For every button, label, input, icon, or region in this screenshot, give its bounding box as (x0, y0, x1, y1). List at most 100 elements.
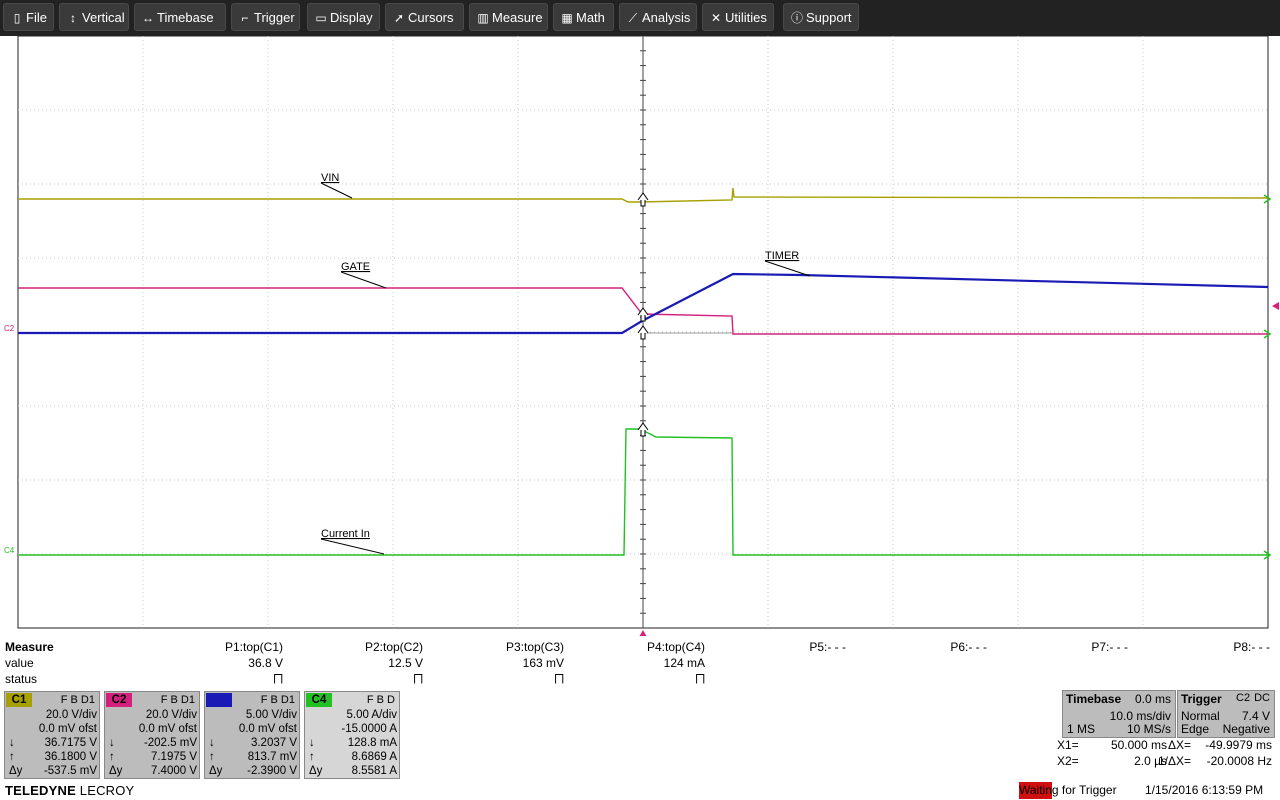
measure-param-name[interactable]: P6:- - - (950, 640, 987, 654)
channel-dy-label: Δy (209, 765, 223, 777)
channel-box-c2[interactable]: C2 F B D1 20.0 V/div 0.0 mV ofst -202.5 mV 7.… (104, 691, 200, 779)
measure-param-status: ⨅ (695, 672, 705, 686)
channel-flags: F B D (366, 694, 395, 706)
channel-tag: C4 (306, 693, 332, 707)
cursor-dx-value: -49.9979 ms (1205, 738, 1272, 752)
trigger-title: Trigger (1181, 692, 1222, 706)
menu-label: Timebase (157, 10, 214, 25)
channel-vdiv: 20.0 V/div (145, 709, 197, 721)
cursor-inv-value: -20.0008 Hz (1206, 754, 1272, 768)
c2-marker[interactable]: C2 (4, 324, 15, 333)
channel-ofst: 0.0 mV ofst (238, 723, 297, 735)
cursor-readout: X1= 50.000 ms ΔX= -49.9979 ms X2= 2.0 µs… (1040, 738, 1280, 772)
trigger-slope: Negative (1222, 722, 1270, 736)
current-label: Current In (321, 528, 370, 540)
analysis-chart-icon: ⟋ (628, 11, 638, 25)
menu-display[interactable]: ▭ Display (307, 3, 380, 31)
menu-math[interactable]: ▦ Math (553, 3, 614, 31)
measure-param-name[interactable]: P4:top(C4) (647, 640, 705, 654)
menu-vertical[interactable]: ↕ Vertical (59, 3, 129, 31)
display-icon: ▭ (315, 11, 327, 25)
measure-param-status: ⨅ (273, 672, 283, 686)
channel-dy-label: Δy (109, 765, 123, 777)
menu-trigger[interactable]: ⌐ Trigger (231, 3, 300, 31)
channel-up: 813.7 mV (247, 751, 297, 763)
menu-utilities[interactable]: ✕ Utilities (702, 3, 774, 31)
channel-up: 8.6869 A (351, 751, 397, 763)
measure-param-name[interactable]: P7:- - - (1091, 640, 1128, 654)
menu-analysis[interactable]: ⟋ Analysis (619, 3, 697, 31)
measure-param-status: ⨅ (413, 672, 423, 686)
trigger-level: 7.4 V (1241, 709, 1270, 723)
timebase-tdiv: 10.0 ms/div (1109, 709, 1171, 723)
menu-label: Cursors (408, 10, 454, 25)
measure-param-name[interactable]: P1:top(C1) (225, 640, 283, 654)
channel-flags: F B D1 (260, 694, 295, 706)
menu-label: Measure (492, 10, 543, 25)
c4-marker[interactable]: C4 (4, 546, 15, 555)
vin-label: VIN (321, 172, 339, 184)
menu-measure[interactable]: ▥ Measure (469, 3, 548, 31)
measure-param-name[interactable]: P5:- - - (809, 640, 846, 654)
horizontal-arrows-icon: ↔ (142, 11, 154, 25)
menu-support[interactable]: ⓘ Support (783, 3, 859, 31)
measure-table[interactable]: Measure value status P1:top(C1) 36.8 V ⨅ P2:to… (0, 638, 1280, 690)
brand-logo: TELEDYNE LECROY (5, 783, 134, 798)
menu-label: File (26, 10, 47, 25)
trigger-box[interactable]: Trigger C2 DC Normal 7.4 V Edge Negative (1177, 690, 1275, 738)
measure-param-name[interactable]: P3:top(C3) (506, 640, 564, 654)
timebase-title: Timebase (1066, 692, 1122, 706)
timebase-delay: 0.0 ms (1134, 692, 1171, 706)
channel-dy-label: Δy (9, 765, 23, 777)
channel-down: 36.7175 V (44, 737, 97, 749)
calculator-icon: ▦ (561, 11, 573, 25)
menu-label: Display (330, 10, 373, 25)
measure-title: Measure (5, 640, 54, 654)
trigger-type: Edge (1181, 722, 1210, 736)
channel-down: 128.8 mA (347, 737, 397, 749)
trigger-mode: Normal (1181, 709, 1220, 723)
timebase-box[interactable]: Timebase 0.0 ms 10.0 ms/div 1 MS 10 MS/s (1062, 690, 1176, 738)
file-icon: ▯ (13, 11, 21, 25)
timebase-rate: 10 MS/s (1126, 722, 1171, 736)
brand-teledyne: TELEDYNE (5, 783, 76, 798)
menu-label: Utilities (725, 10, 767, 25)
measure-param-value: 12.5 V (388, 656, 423, 670)
measure-param-name[interactable]: P8:- - - (1233, 640, 1270, 654)
channel-up-arrow-icon: ↑ (209, 751, 215, 763)
measure-param-value: 124 mA (663, 656, 705, 670)
waveform-display[interactable]: VIN GATE TIMER Current In C2 C4 (0, 36, 1280, 636)
trigger-status-text: Waiting for Trigger (1019, 782, 1117, 799)
menu-label: Support (806, 10, 852, 25)
menu-cursors[interactable]: ➚ Cursors (385, 3, 464, 31)
brand-lecroy: LECROY (79, 783, 135, 798)
measure-param-name[interactable]: P2:top(C2) (365, 640, 423, 654)
channel-box-c3[interactable]: C3 F B D1 5.00 V/div 0.0 mV ofst 3.2037 V 813… (204, 691, 300, 779)
menu-bar: ▯ File ↕ Vertical ↔ Timebase ⌐ Trigger ▭ Display ➚… (0, 0, 1280, 36)
channel-flags: F B D1 (60, 694, 95, 706)
gate-label: GATE (341, 261, 370, 273)
trigger-level-marker (1272, 302, 1279, 310)
trigger-coupling: DC (1254, 692, 1270, 704)
channel-tag: C2 (106, 693, 132, 707)
channel-up-arrow-icon: ↑ (309, 751, 315, 763)
menu-file[interactable]: ▯ File (3, 3, 54, 31)
channel-ofst: 0.0 mV ofst (38, 723, 97, 735)
channel-up: 7.1975 V (150, 751, 197, 763)
menu-label: Vertical (82, 10, 125, 25)
cursor-x2-label: X2= (1057, 754, 1079, 768)
channel-down-arrow-icon: ↓ (309, 737, 315, 749)
measure-row-status: status (5, 672, 38, 686)
channel-up: 36.1800 V (44, 751, 97, 763)
info-icon: ⓘ (790, 11, 803, 25)
trigger-source: C2 (1236, 692, 1251, 704)
cursor-x1-value: 50.000 ms (1110, 738, 1167, 752)
measure-param-value: 163 mV (522, 656, 564, 670)
channel-dy-label: Δy (309, 765, 323, 777)
menu-timebase[interactable]: ↔ Timebase (134, 3, 226, 31)
channel-box-c1[interactable]: C1 F B D1 20.0 V/div 0.0 mV ofst 36.7175 V 36… (4, 691, 100, 779)
trigger-icon: ⌐ (241, 11, 249, 25)
status-bar: TELEDYNE LECROY Waiting for Trigger 1/15… (0, 782, 1280, 800)
channel-up-arrow-icon: ↑ (9, 751, 15, 763)
channel-box-c4[interactable]: C4 F B D 5.00 A/div -15.0000 A 128.8 mA 8.686… (304, 691, 400, 779)
